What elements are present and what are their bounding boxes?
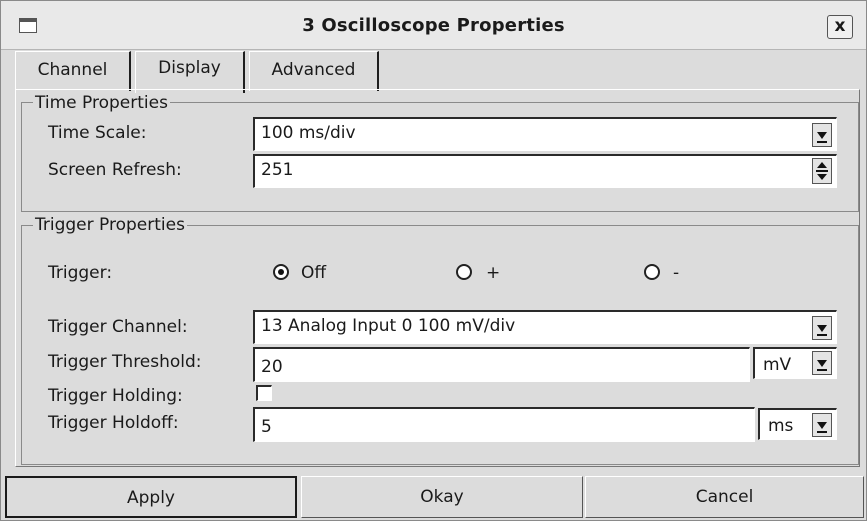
time-scale-dropdown-arrow-icon[interactable] xyxy=(812,123,832,147)
trigger-off-radio[interactable] xyxy=(273,264,289,280)
trigger-threshold-unit-arrow-icon[interactable] xyxy=(812,351,832,375)
trigger-holdoff-value: 5 xyxy=(261,417,272,437)
trigger-holding-label: Trigger Holding: xyxy=(48,386,183,406)
trigger-threshold-label: Trigger Threshold: xyxy=(48,352,202,372)
trigger-threshold-value: 20 xyxy=(261,357,283,377)
trigger-holding-checkbox[interactable] xyxy=(256,385,272,401)
trigger-holdoff-label: Trigger Holdoff: xyxy=(48,413,179,433)
trigger-minus-label: - xyxy=(673,263,680,283)
trigger-channel-label: Trigger Channel: xyxy=(48,317,188,337)
tab-display[interactable]: Display xyxy=(135,51,245,93)
trigger-threshold-unit: mV xyxy=(763,355,792,375)
cancel-button[interactable]: Cancel xyxy=(585,476,864,518)
trigger-threshold-input[interactable]: 20 xyxy=(253,347,750,382)
trigger-holdoff-unit-arrow-icon[interactable] xyxy=(812,413,832,437)
trigger-channel-select[interactable]: 13 Analog Input 0 100 mV/div xyxy=(253,310,837,344)
screen-refresh-value: 251 xyxy=(261,160,294,180)
screen-refresh-label: Screen Refresh: xyxy=(48,160,182,180)
screen-refresh-spinbox[interactable]: 251 xyxy=(253,154,837,188)
time-properties-title: Time Properties xyxy=(33,93,170,113)
tab-advanced[interactable]: Advanced xyxy=(249,51,379,91)
oscilloscope-properties-window: 3 Oscilloscope Properties x Channel Disp… xyxy=(0,0,867,521)
trigger-holdoff-unit: ms xyxy=(768,416,794,436)
close-button[interactable]: x xyxy=(827,15,853,39)
trigger-off-label: Off xyxy=(301,263,327,283)
trigger-plus-radio[interactable] xyxy=(456,264,472,280)
trigger-holdoff-input[interactable]: 5 xyxy=(253,407,755,442)
screen-refresh-stepper-icon[interactable] xyxy=(812,158,832,184)
time-scale-label: Time Scale: xyxy=(48,123,147,143)
trigger-minus-radio[interactable] xyxy=(644,264,660,280)
trigger-properties-title: Trigger Properties xyxy=(33,215,187,235)
okay-button[interactable]: Okay xyxy=(301,476,583,518)
title-bar[interactable]: 3 Oscilloscope Properties x xyxy=(1,1,866,50)
tab-channel[interactable]: Channel xyxy=(15,51,131,91)
trigger-channel-value: 13 Analog Input 0 100 mV/div xyxy=(261,316,516,336)
trigger-plus-label: + xyxy=(486,263,501,283)
trigger-channel-dropdown-arrow-icon[interactable] xyxy=(812,316,832,340)
window-title: 3 Oscilloscope Properties xyxy=(302,15,565,36)
time-scale-value: 100 ms/div xyxy=(261,123,356,143)
trigger-label: Trigger: xyxy=(48,263,113,283)
apply-button[interactable]: Apply xyxy=(5,476,297,518)
time-scale-select[interactable]: 100 ms/div xyxy=(253,117,837,151)
